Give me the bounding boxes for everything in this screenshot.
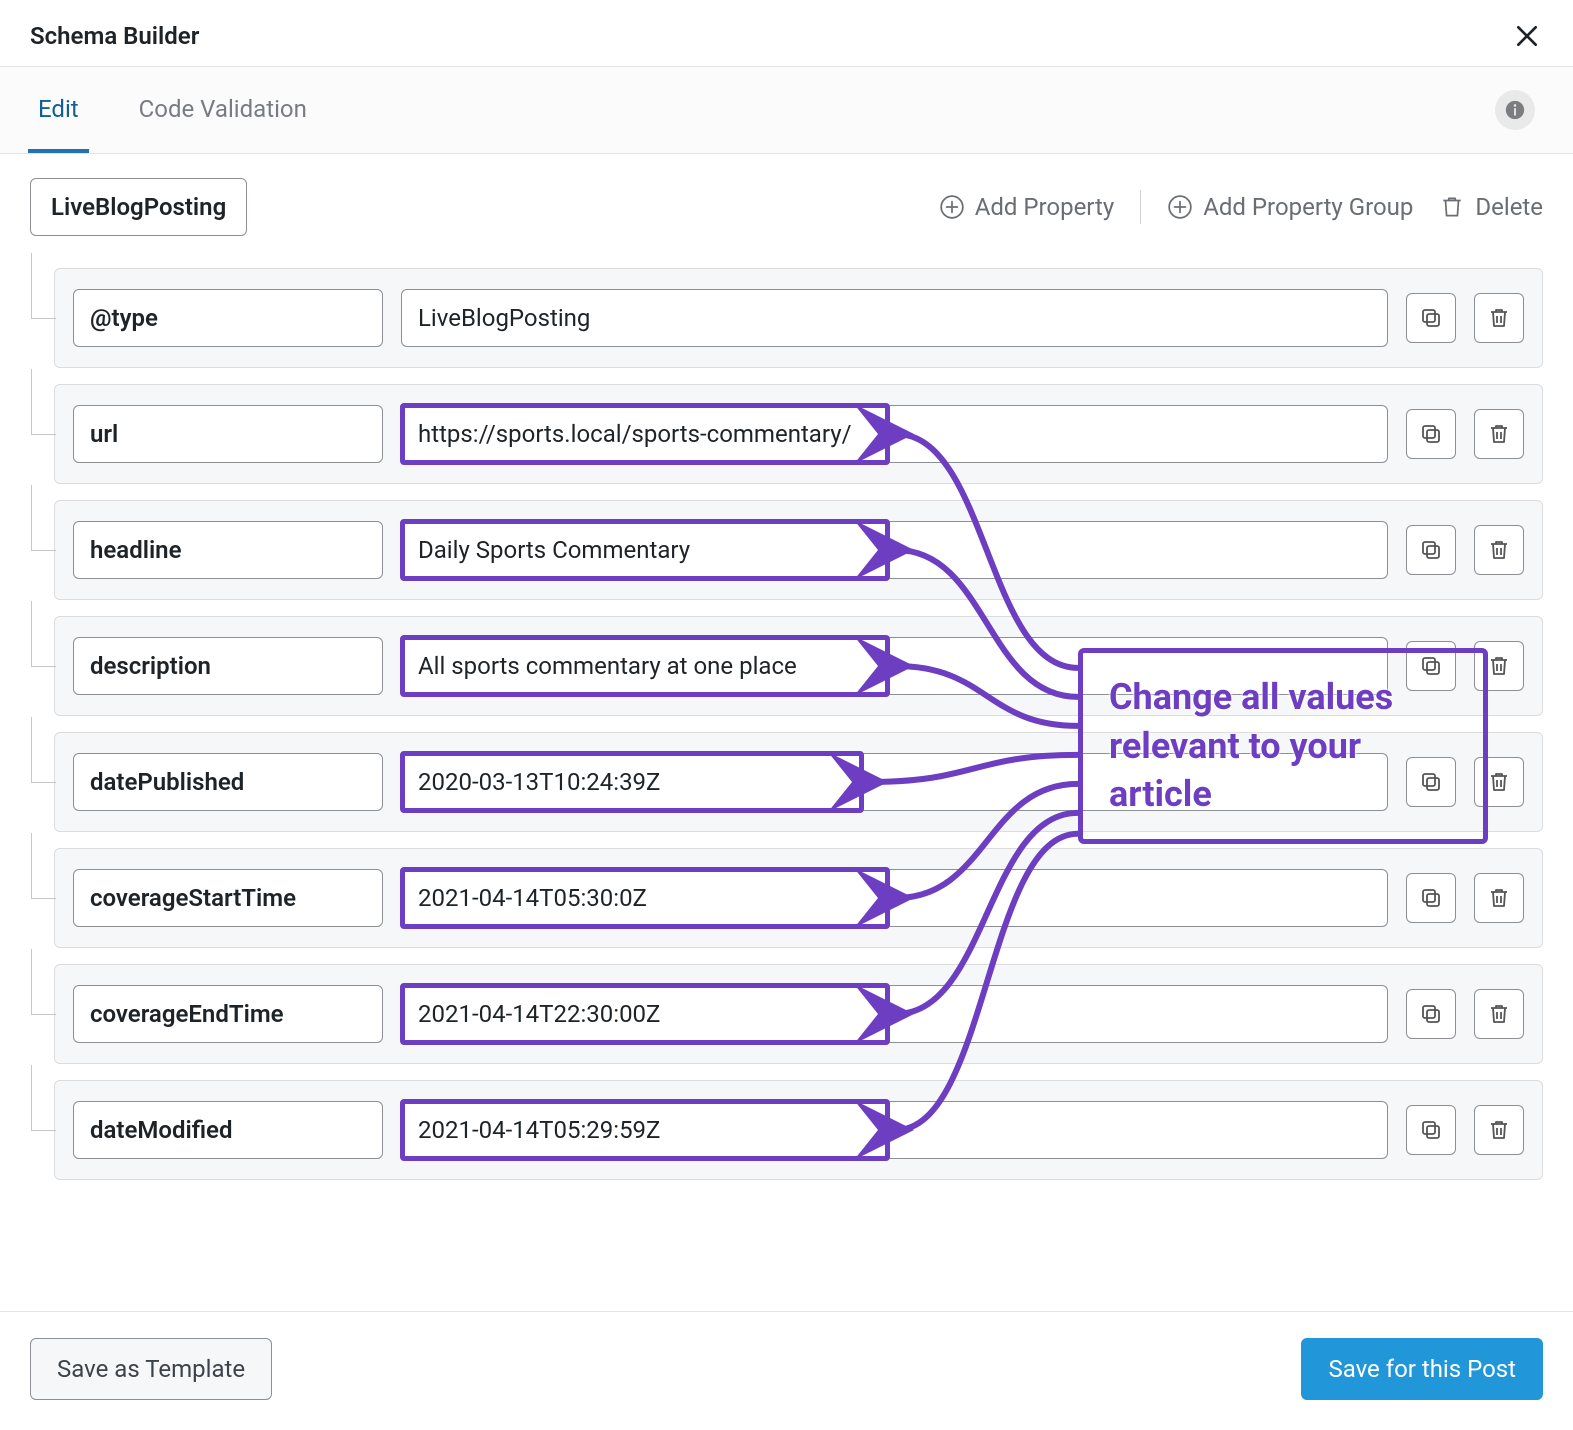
separator [1140, 190, 1141, 224]
property-row: @type LiveBlogPosting [54, 268, 1543, 368]
schema-toolbar: LiveBlogPosting Add Property Add Propert… [0, 154, 1573, 252]
property-value-input[interactable]: Daily Sports Commentary [401, 521, 1388, 579]
property-value-input[interactable]: https://sports.local/sports-commentary/ [401, 405, 1388, 463]
property-key-input[interactable]: headline [73, 521, 383, 579]
highlight-overlay [400, 867, 890, 929]
dialog-footer: Save as Template Save for this Post [0, 1311, 1573, 1430]
highlight-overlay [400, 983, 890, 1045]
info-icon[interactable] [1495, 90, 1535, 130]
save-template-button[interactable]: Save as Template [30, 1338, 272, 1400]
highlight-overlay [400, 519, 890, 581]
tab-edit[interactable]: Edit [28, 67, 89, 153]
copy-icon[interactable] [1406, 293, 1456, 343]
copy-icon[interactable] [1406, 989, 1456, 1039]
dialog-header: Schema Builder [0, 0, 1573, 66]
property-value-input[interactable]: 2021-04-14T22:30:00Z [401, 985, 1388, 1043]
property-value-input[interactable]: 2021-04-14T05:29:59Z [401, 1101, 1388, 1159]
add-property-group-button[interactable]: Add Property Group [1167, 193, 1413, 221]
dialog-title: Schema Builder [30, 22, 199, 50]
property-row: dateModified 2021-04-14T05:29:59Z [54, 1080, 1543, 1180]
copy-icon[interactable] [1406, 525, 1456, 575]
tab-code-validation[interactable]: Code Validation [129, 67, 317, 153]
property-row: coverageStartTime 2021-04-14T05:30:0Z [54, 848, 1543, 948]
property-row: headline Daily Sports Commentary [54, 500, 1543, 600]
highlight-overlay [400, 403, 890, 465]
highlight-overlay [400, 1099, 890, 1161]
trash-icon[interactable] [1474, 873, 1524, 923]
annotation-text: Change all values relevant to your artic… [1109, 676, 1393, 815]
trash-icon[interactable] [1474, 409, 1524, 459]
schema-type-select[interactable]: LiveBlogPosting [30, 178, 247, 236]
tabs-bar: Edit Code Validation [0, 66, 1573, 154]
add-property-button[interactable]: Add Property [939, 193, 1115, 221]
property-value-input[interactable]: 2021-04-14T05:30:0Z [401, 869, 1388, 927]
copy-icon[interactable] [1406, 1105, 1456, 1155]
property-key-input[interactable]: url [73, 405, 383, 463]
trash-icon[interactable] [1474, 1105, 1524, 1155]
property-key-input[interactable]: datePublished [73, 753, 383, 811]
property-key-input[interactable]: coverageStartTime [73, 869, 383, 927]
delete-label: Delete [1475, 193, 1543, 221]
property-row: url https://sports.local/sports-commentar… [54, 384, 1543, 484]
highlight-overlay [400, 751, 864, 813]
property-key-input[interactable]: dateModified [73, 1101, 383, 1159]
copy-icon[interactable] [1406, 873, 1456, 923]
property-value-input[interactable]: LiveBlogPosting [401, 289, 1388, 347]
copy-icon[interactable] [1406, 409, 1456, 459]
annotation-callout: Change all values relevant to your artic… [1078, 648, 1488, 844]
property-key-input[interactable]: coverageEndTime [73, 985, 383, 1043]
save-post-button[interactable]: Save for this Post [1301, 1338, 1543, 1400]
property-row: coverageEndTime 2021-04-14T22:30:00Z [54, 964, 1543, 1064]
property-key-input[interactable]: @type [73, 289, 383, 347]
property-key-input[interactable]: description [73, 637, 383, 695]
close-icon[interactable] [1511, 20, 1543, 52]
trash-icon[interactable] [1474, 525, 1524, 575]
trash-icon[interactable] [1474, 293, 1524, 343]
add-property-label: Add Property [975, 193, 1115, 221]
trash-icon[interactable] [1474, 989, 1524, 1039]
highlight-overlay [400, 635, 890, 697]
add-property-group-label: Add Property Group [1203, 193, 1413, 221]
delete-schema-button[interactable]: Delete [1439, 193, 1543, 221]
